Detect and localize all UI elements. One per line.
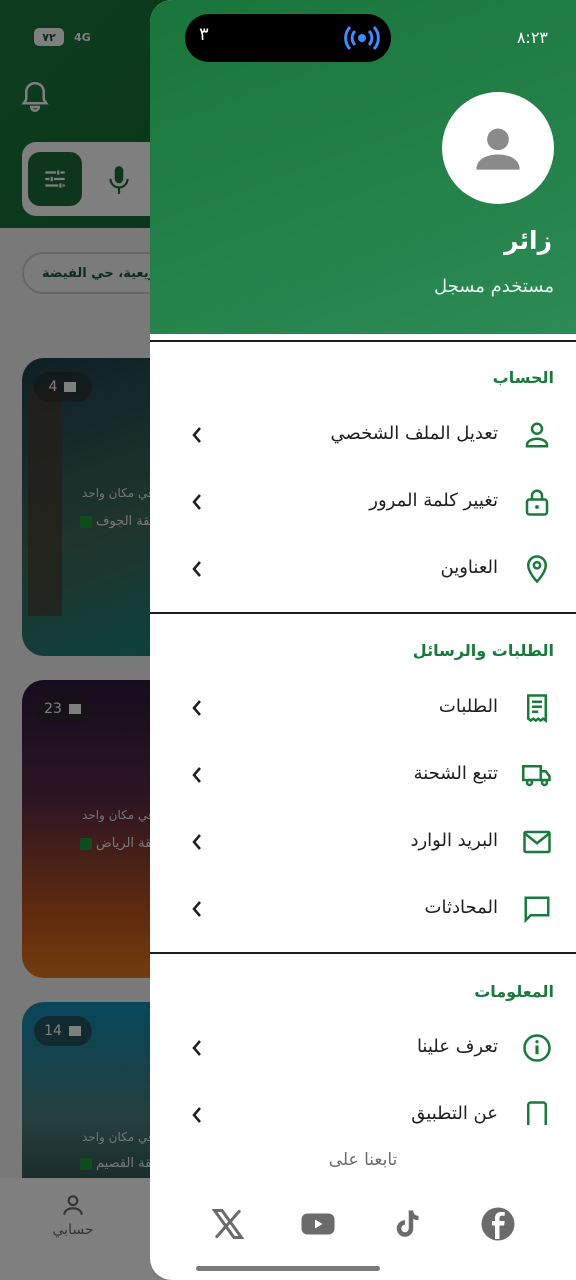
youtube-icon[interactable] (300, 1206, 336, 1242)
user-icon (476, 128, 520, 170)
menu-item-about-app[interactable]: عن التطبيق (150, 1085, 576, 1125)
follow-us-label: تابعنا على (328, 1150, 398, 1170)
mail-icon (523, 830, 551, 854)
truck-icon (522, 765, 551, 787)
section-title-account: الحساب (492, 368, 554, 387)
chevron-left-icon (192, 1040, 201, 1056)
chevron-left-icon (192, 834, 201, 850)
chevron-left-icon (192, 494, 201, 510)
menu-item-orders[interactable]: الطلبات (150, 678, 576, 738)
section-title-info: المعلومات (474, 982, 554, 1001)
location-pin-icon (526, 555, 548, 584)
island-number: ٣ (199, 24, 209, 45)
menu-item-addresses[interactable]: العناوين (150, 539, 576, 599)
user-role: مستخدم مسجل (433, 276, 554, 297)
divider (150, 340, 576, 342)
lock-icon (525, 489, 549, 516)
receipt-icon (527, 694, 547, 723)
chevron-left-icon (192, 427, 201, 443)
menu-item-conversations[interactable]: المحادثات (150, 879, 576, 939)
person-icon (525, 422, 549, 448)
tiktok-icon[interactable] (390, 1206, 426, 1242)
divider (150, 952, 576, 954)
broadcast-icon (344, 25, 380, 51)
dynamic-island: ٣ (185, 14, 391, 62)
divider (150, 612, 576, 614)
chat-icon (524, 896, 550, 924)
chevron-left-icon (192, 901, 201, 917)
chevron-left-icon (192, 561, 201, 577)
x-icon[interactable] (210, 1206, 246, 1242)
phone-icon (527, 1101, 547, 1125)
menu-item-inbox[interactable]: البريد الوارد (150, 812, 576, 872)
section-title-orders: الطلبات والرسائل (412, 641, 554, 660)
drawer-header: ٣ ٨:٢٣ زائر مستخدم مسجل (150, 0, 576, 334)
info-icon (523, 1034, 551, 1062)
avatar[interactable] (442, 92, 554, 204)
navigation-drawer: ٣ ٨:٢٣ زائر مستخدم مسجل الحساب تعديل الم… (150, 0, 576, 1280)
status-time: ٨:٢٣ (516, 28, 548, 47)
menu-item-edit-profile[interactable]: تعديل الملف الشخصي (150, 405, 576, 465)
menu-item-about-us[interactable]: تعرف علينا (150, 1018, 576, 1078)
home-indicator[interactable] (196, 1266, 380, 1271)
menu-item-track-shipment[interactable]: تتبع الشحنة (150, 745, 576, 805)
facebook-icon[interactable] (480, 1206, 516, 1242)
chevron-left-icon (192, 1107, 201, 1123)
user-name: زائر (504, 226, 552, 255)
chevron-left-icon (192, 767, 201, 783)
menu-item-change-password[interactable]: تغيير كلمة المرور (150, 472, 576, 532)
chevron-left-icon (192, 700, 201, 716)
